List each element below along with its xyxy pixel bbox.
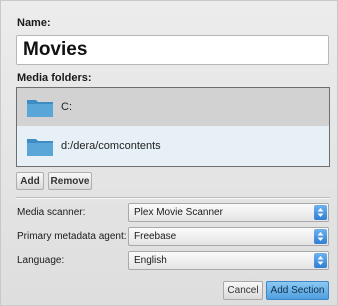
metadata-agent-label: Primary metadata agent: [17, 231, 127, 242]
cancel-button[interactable]: Cancel [223, 281, 263, 300]
add-section-dialog: Name: Media folders: C: d:/dera/comconte… [0, 0, 338, 306]
metadata-agent-select[interactable]: Freebase [128, 227, 329, 246]
add-section-button[interactable]: Add Section [266, 281, 329, 300]
metadata-agent-value: Freebase [134, 231, 177, 242]
name-label: Name: [17, 17, 51, 29]
remove-folder-button[interactable]: Remove [48, 172, 92, 190]
media-folders-list[interactable]: C: d:/dera/comcontents [16, 87, 330, 167]
language-select[interactable]: English [128, 251, 329, 270]
media-scanner-label: Media scanner: [17, 207, 86, 218]
folder-path: d:/dera/comcontents [61, 140, 161, 152]
folder-icon [27, 139, 53, 156]
folder-path: C: [61, 101, 72, 113]
media-scanner-value: Plex Movie Scanner [134, 207, 223, 218]
name-input[interactable] [16, 35, 329, 65]
folder-icon [27, 100, 53, 117]
divider [16, 197, 330, 199]
select-arrows-icon [314, 205, 327, 220]
language-value: English [134, 255, 167, 266]
folder-row[interactable]: d:/dera/comcontents [17, 126, 329, 166]
select-arrows-icon [314, 229, 327, 244]
select-arrows-icon [314, 253, 327, 268]
media-folders-label: Media folders: [17, 72, 92, 84]
folder-row[interactable]: C: [17, 88, 329, 126]
add-folder-button[interactable]: Add [16, 172, 44, 190]
media-scanner-select[interactable]: Plex Movie Scanner [128, 203, 329, 222]
language-label: Language: [17, 255, 65, 266]
